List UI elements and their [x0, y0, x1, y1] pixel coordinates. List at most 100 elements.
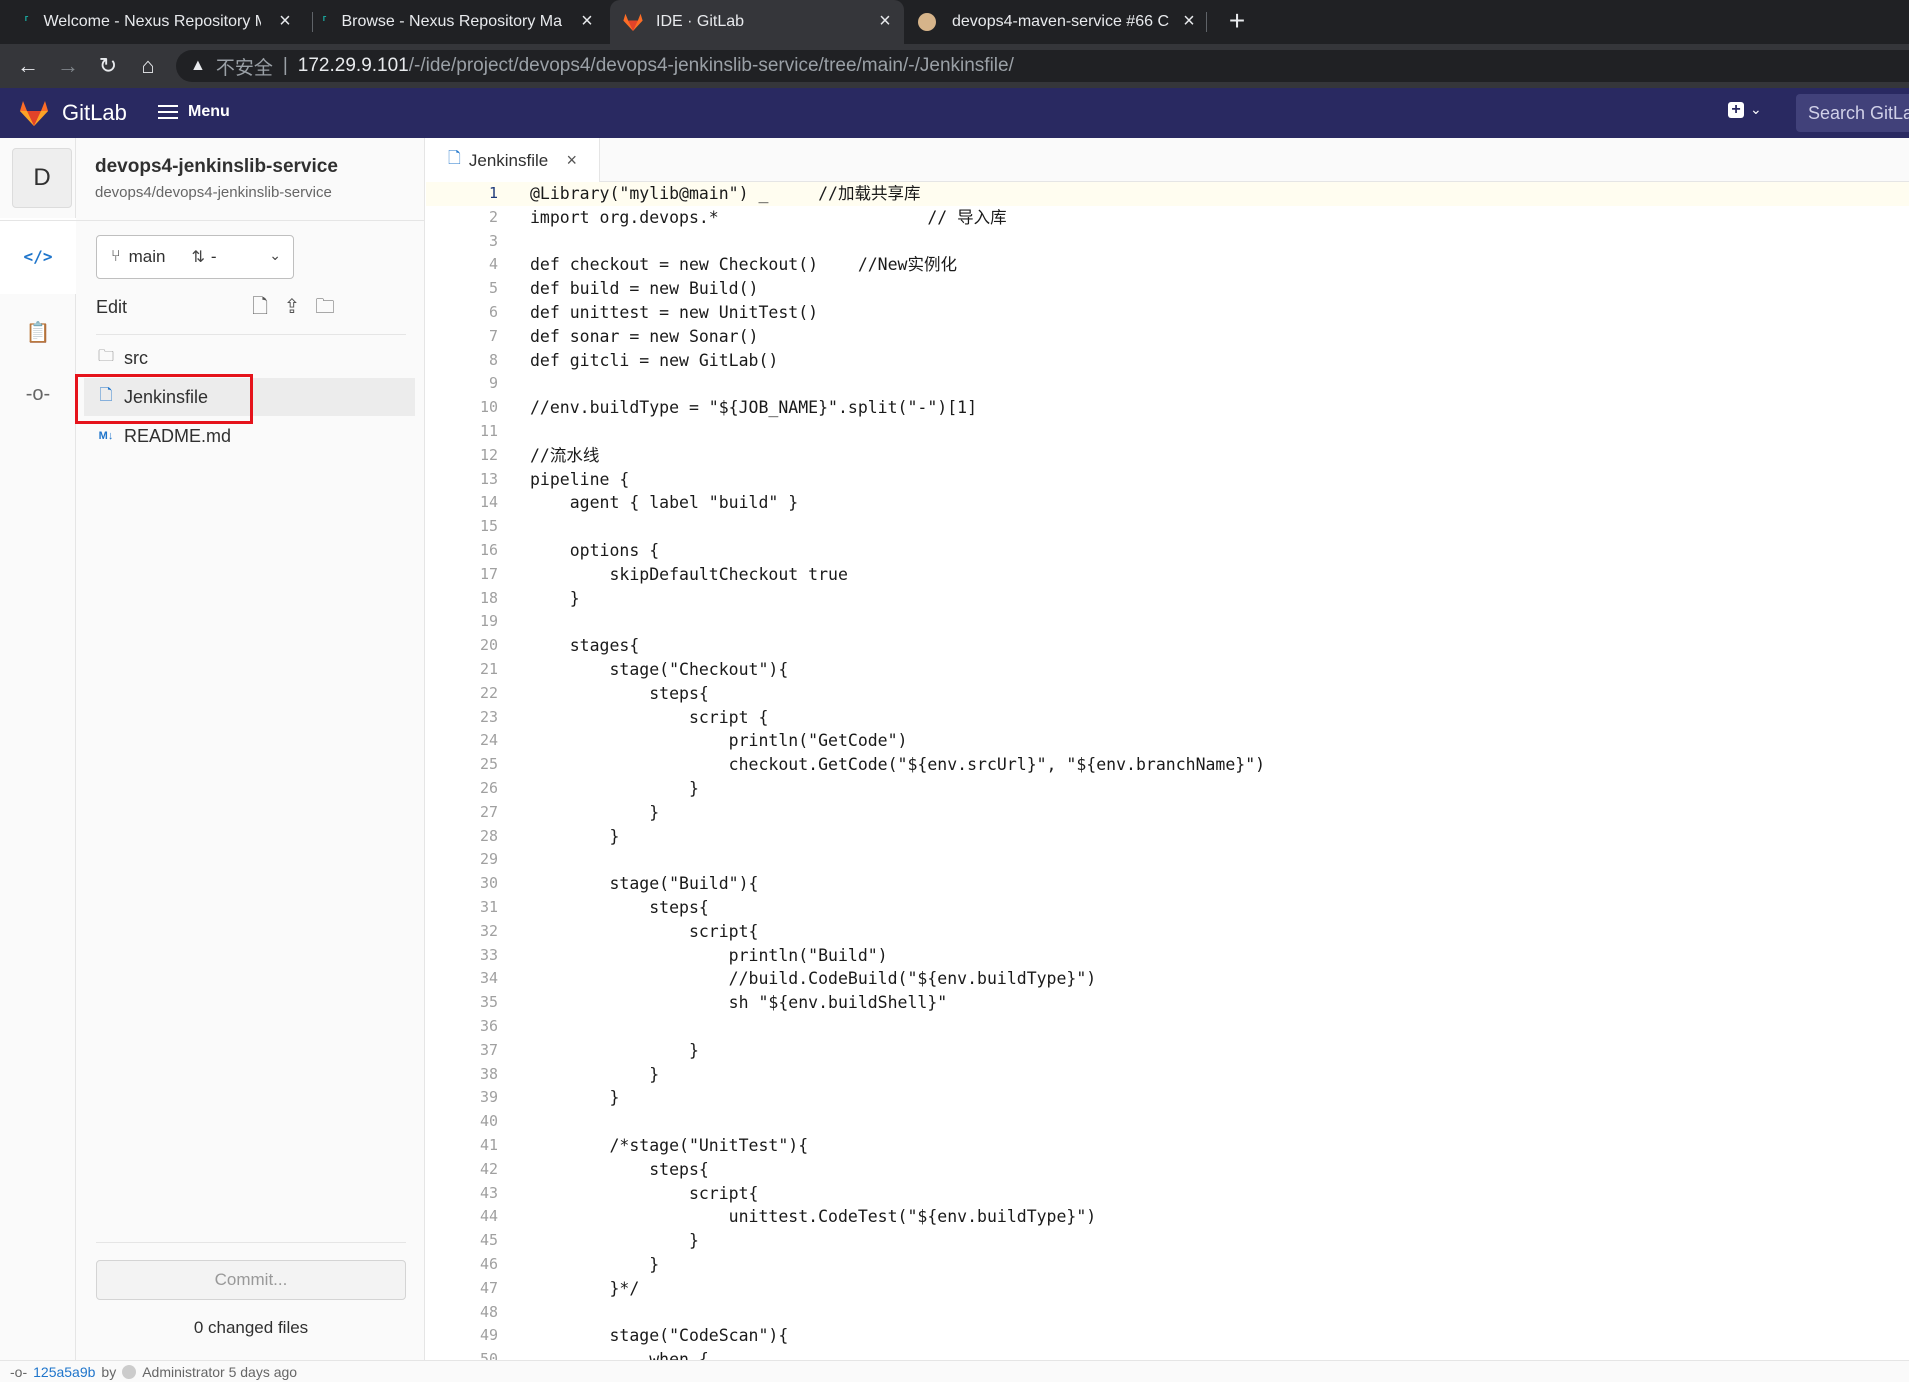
code-line[interactable]: 6 def unittest = new UnitTest()	[426, 301, 1909, 325]
code-line[interactable]: 22 steps{	[426, 682, 1909, 706]
code-line[interactable]: 4 def checkout = new Checkout() //New实例化	[426, 253, 1909, 277]
code-line[interactable]: 16 options {	[426, 539, 1909, 563]
browser-tab-gitlab-ide[interactable]: IDE · GitLab ×	[610, 0, 904, 44]
close-icon[interactable]: ×	[576, 10, 598, 32]
new-dropdown-button[interactable]: + ⌄	[1728, 101, 1762, 118]
close-icon[interactable]: ×	[274, 10, 296, 32]
code-line[interactable]: 3	[426, 230, 1909, 254]
menu-button[interactable]: Menu	[158, 103, 230, 121]
close-icon[interactable]: ×	[566, 150, 577, 171]
code-line[interactable]: 28 }	[426, 825, 1909, 849]
reload-icon[interactable]: ↻	[94, 52, 122, 80]
code-line[interactable]: 15	[426, 515, 1909, 539]
code-line[interactable]: 45 }	[426, 1229, 1909, 1253]
code-line[interactable]: 31 steps{	[426, 896, 1909, 920]
code-line[interactable]: 18 }	[426, 587, 1909, 611]
code-line[interactable]: 34 //build.CodeBuild("${env.buildType}")	[426, 967, 1909, 991]
code-line[interactable]: 5 def build = new Build()	[426, 277, 1909, 301]
code-text: def checkout = new Checkout() //New实例化	[530, 255, 957, 275]
project-name[interactable]: devops4-jenkinslib-service	[95, 156, 338, 178]
code-line[interactable]: 29	[426, 848, 1909, 872]
home-icon[interactable]: ⌂	[134, 52, 162, 80]
address-path: /-/ide/project/devops4/devops4-jenkinsli…	[408, 55, 1014, 76]
code-line[interactable]: 26 }	[426, 777, 1909, 801]
line-number: 3	[488, 231, 498, 250]
line-number: 50	[479, 1350, 498, 1360]
code-line[interactable]: 10 //env.buildType = "${JOB_NAME}".split(…	[426, 396, 1909, 420]
edit-mode-button[interactable]: </>	[0, 218, 76, 294]
code-line[interactable]: 23 script {	[426, 706, 1909, 730]
line-number: 28	[479, 826, 498, 845]
code-text: }	[530, 1064, 660, 1084]
code-line[interactable]: 21 stage("Checkout"){	[426, 658, 1909, 682]
code-line[interactable]: 11	[426, 420, 1909, 444]
code-line[interactable]: 7 def sonar = new Sonar()	[426, 325, 1909, 349]
new-file-icon[interactable]: 🗋	[247, 294, 273, 320]
code-line[interactable]: 46 }	[426, 1253, 1909, 1277]
code-line[interactable]: 43 script{	[426, 1182, 1909, 1206]
code-line[interactable]: 1 @Library("mylib@main") _ //加载共享库	[426, 182, 1909, 206]
new-tab-button[interactable]: +	[1222, 6, 1252, 36]
code-line[interactable]: 44 unittest.CodeTest("${env.buildType}")	[426, 1205, 1909, 1229]
line-number: 11	[479, 422, 498, 440]
editor-tab-jenkinsfile[interactable]: 🗋 Jenkinsfile ×	[426, 138, 600, 183]
code-line[interactable]: 36	[426, 1015, 1909, 1039]
code-line[interactable]: 13 pipeline {	[426, 468, 1909, 492]
code-text: //env.buildType = "${JOB_NAME}".split("-…	[530, 398, 978, 418]
code-line[interactable]: 41 /*stage("UnitTest"){	[426, 1134, 1909, 1158]
code-line[interactable]: 40	[426, 1110, 1909, 1134]
branch-name: main	[128, 247, 166, 266]
line-number: 10	[479, 398, 498, 417]
close-icon[interactable]: ×	[874, 10, 896, 32]
browser-tab-nexus-browse[interactable]: ⸢ Browse - Nexus Repository Ma ×	[322, 0, 606, 44]
code-line[interactable]: 38 }	[426, 1063, 1909, 1087]
search-input[interactable]: Search GitLab	[1796, 94, 1909, 132]
code-line[interactable]: 12 //流水线	[426, 444, 1909, 468]
code-line[interactable]: 25 checkout.GetCode("${env.srcUrl}", "${…	[426, 753, 1909, 777]
browser-tab-jenkins[interactable]: devops4-maven-service #66 C ×	[918, 0, 1208, 44]
new-folder-icon[interactable]: 🗀	[312, 294, 338, 320]
code-line[interactable]: 2 import org.devops.* // 导入库	[426, 206, 1909, 230]
commit-sha-link[interactable]: 125a5a9b	[33, 1364, 95, 1380]
code-line[interactable]: 35 sh "${env.buildShell}"	[426, 991, 1909, 1015]
code-line[interactable]: 42 steps{	[426, 1158, 1909, 1182]
code-line[interactable]: 32 script{	[426, 920, 1909, 944]
gitlab-logo-icon[interactable]	[18, 99, 50, 127]
code-line[interactable]: 24 println("GetCode")	[426, 729, 1909, 753]
branch-dropdown[interactable]: ⑂ main ⇅ - ⌄	[96, 235, 294, 279]
code-line[interactable]: 50 when {	[426, 1348, 1909, 1360]
browser-tab-title: devops4-maven-service #66 C	[952, 13, 1169, 30]
line-number: 6	[488, 303, 498, 321]
address-bar[interactable]: ▲ 不安全 | 172.29.9.101 /-/ide/project/devo…	[176, 50, 1909, 82]
code-line[interactable]: 17 skipDefaultCheckout true	[426, 563, 1909, 587]
code-line[interactable]: 33 println("Build")	[426, 944, 1909, 968]
code-line[interactable]: 27 }	[426, 801, 1909, 825]
code-line[interactable]: 8 def gitcli = new GitLab()	[426, 349, 1909, 373]
code-line[interactable]: 9	[426, 372, 1909, 396]
close-icon[interactable]: ×	[1178, 10, 1200, 32]
code-line[interactable]: 48	[426, 1301, 1909, 1325]
tree-item-src[interactable]: 🗀 src	[84, 339, 415, 377]
code-line[interactable]: 30 stage("Build"){	[426, 872, 1909, 896]
code-line[interactable]: 37 }	[426, 1039, 1909, 1063]
upload-icon[interactable]: ⇪	[279, 294, 305, 320]
code-editor[interactable]: 1 @Library("mylib@main") _ //加载共享库 2 import…	[426, 182, 1909, 1360]
commit-author: Administrator 5 days ago	[142, 1363, 298, 1380]
code-line[interactable]: 47 }*/	[426, 1277, 1909, 1301]
forward-arrow-icon[interactable]: →	[54, 52, 82, 80]
code-line[interactable]: 14 agent { label "build" }	[426, 491, 1909, 515]
commit-button[interactable]: Commit...	[96, 1260, 406, 1300]
code-line[interactable]: 19	[426, 610, 1909, 634]
line-number: 22	[479, 683, 498, 702]
code-line[interactable]: 39 }	[426, 1086, 1909, 1110]
back-arrow-icon[interactable]: ←	[14, 52, 42, 80]
code-text: @Library("mylib@main") _ //加载共享库	[530, 184, 921, 203]
panel-divider	[0, 220, 425, 221]
commit-mode-button[interactable]: -o-	[0, 356, 76, 432]
code-line[interactable]: 20 stages{	[426, 634, 1909, 658]
gitlab-brand[interactable]: GitLab	[62, 100, 127, 126]
line-number: 37	[479, 1040, 498, 1059]
browser-tab-nexus-welcome[interactable]: ⸢ Welcome - Nexus Repository M ×	[24, 0, 304, 44]
project-avatar[interactable]: D	[12, 148, 72, 208]
code-line[interactable]: 49 stage("CodeScan"){	[426, 1324, 1909, 1348]
